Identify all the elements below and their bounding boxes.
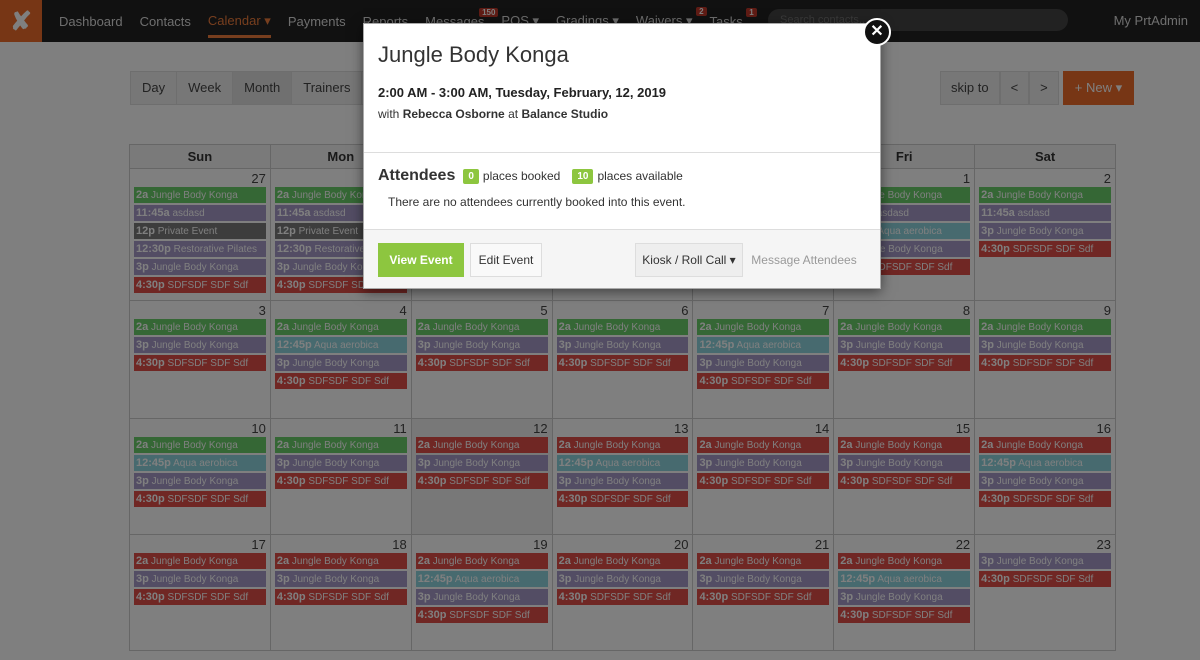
no-attendees-message: There are no attendees currently booked … xyxy=(388,195,686,209)
divider xyxy=(364,152,880,153)
close-icon[interactable]: ✕ xyxy=(863,18,891,46)
attendees-summary: Attendees 0 places booked 10 places avai… xyxy=(378,167,683,185)
available-count-badge: 10 xyxy=(572,168,594,184)
trainer-name: Rebecca Osborne xyxy=(402,107,505,121)
event-trainer-line: with Rebecca Osborne at Balance Studio xyxy=(378,107,608,121)
available-label: places available xyxy=(597,169,683,183)
edit-event-button[interactable]: Edit Event xyxy=(470,243,542,277)
modal-footer: View Event Edit Event Kiosk / Roll Call … xyxy=(364,229,880,288)
at-label: at xyxy=(508,107,519,121)
location-name: Balance Studio xyxy=(521,107,609,121)
event-modal: Jungle Body Konga 2:00 AM - 3:00 AM, Tue… xyxy=(363,23,881,289)
booked-label: places booked xyxy=(482,169,561,183)
message-attendees-button[interactable]: Message Attendees xyxy=(744,243,864,277)
event-title: Jungle Body Konga xyxy=(378,42,569,67)
with-label: with xyxy=(378,107,400,121)
booked-count-badge: 0 xyxy=(463,168,479,184)
kiosk-roll-call-button[interactable]: Kiosk / Roll Call ▾ xyxy=(635,243,743,277)
attendees-title: Attendees xyxy=(378,167,456,184)
view-event-button[interactable]: View Event xyxy=(378,243,464,277)
event-time: 2:00 AM - 3:00 AM, Tuesday, February, 12… xyxy=(378,85,667,100)
